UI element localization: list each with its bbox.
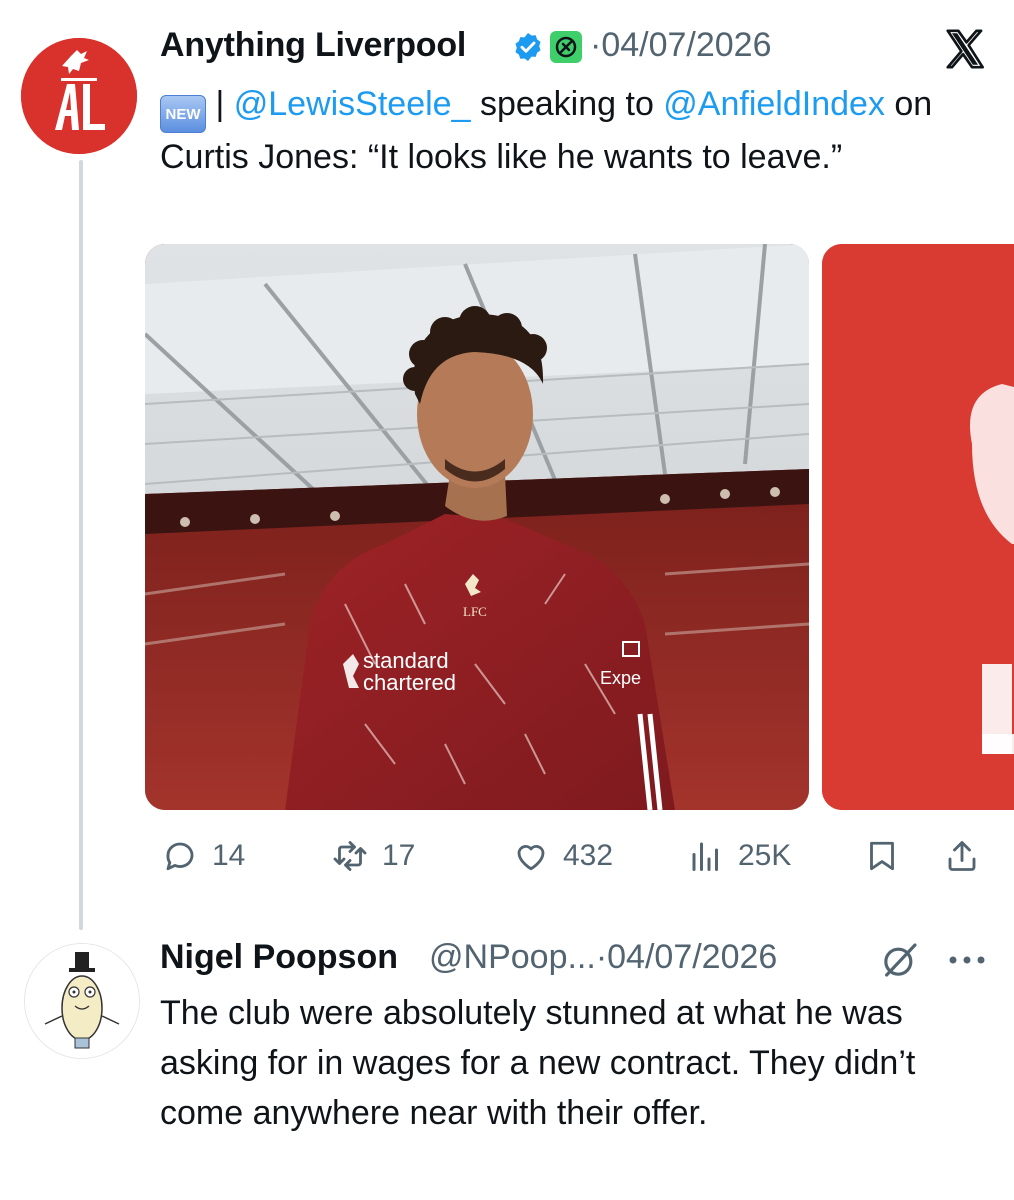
heart-icon: [517, 845, 545, 871]
reply-meta[interactable]: @NPoop...·04/07/2026: [429, 938, 777, 977]
more-dots-icon[interactable]: [944, 945, 990, 975]
thread-line: [79, 160, 83, 930]
author-name[interactable]: Anything Liverpool: [160, 26, 466, 65]
repost-action[interactable]: 17: [332, 836, 415, 876]
views-bar-icon: [692, 842, 718, 871]
sleeve-text: Expe: [600, 668, 641, 688]
reply-handle: @NPoop...: [429, 938, 596, 976]
share-action[interactable]: [944, 836, 994, 876]
reply-date: 04/07/2026: [607, 938, 778, 976]
like-count: 432: [563, 839, 614, 872]
bookmark-action[interactable]: [864, 836, 914, 876]
tweet-date[interactable]: ·04/07/2026: [590, 26, 772, 65]
repost-count: 17: [382, 839, 416, 872]
like-action[interactable]: 432: [513, 836, 613, 876]
mention-anfieldindex[interactable]: @AnfieldIndex: [663, 85, 885, 123]
author-avatar[interactable]: [21, 38, 137, 154]
mention-lewissteele[interactable]: @LewisSteele_: [234, 85, 471, 123]
reply-author-avatar[interactable]: [24, 943, 140, 1059]
media-image-player[interactable]: LFC standard chartered Expe: [145, 244, 809, 810]
tweet-text: NEW | @LewisSteele_ speaking to @Anfield…: [160, 80, 990, 181]
reply-count: 14: [212, 839, 246, 872]
repost-icon: [333, 841, 367, 871]
reply-date-separator: ·: [595, 938, 608, 976]
share-icon: [948, 841, 976, 871]
reply-action[interactable]: 14: [162, 836, 245, 876]
player-photo: LFC standard chartered Expe: [145, 244, 809, 810]
new-emoji-badge: NEW: [160, 95, 206, 133]
second-image-graphic: [822, 244, 1014, 810]
reply-text: The club were absolutely stunned at what…: [160, 994, 916, 1132]
verified-check-icon: [515, 33, 541, 61]
reply-bubble-icon: [166, 842, 194, 871]
mr-poopybutthole-avatar: [25, 944, 139, 1058]
crest-text: LFC: [463, 604, 487, 619]
affiliate-badge-icon: [550, 31, 582, 63]
text-separator: |: [206, 85, 234, 123]
date-separator: ·: [590, 26, 602, 64]
tweet-date-text: 04/07/2026: [601, 26, 772, 64]
grok-icon[interactable]: [880, 940, 920, 980]
media-image-second[interactable]: [822, 244, 1014, 810]
anything-liverpool-logo: [21, 38, 137, 154]
sponsor-line2: chartered: [363, 670, 456, 695]
x-logo-icon[interactable]: [942, 26, 988, 72]
views-count: 25K: [738, 839, 792, 872]
reply-author-name[interactable]: Nigel Poopson: [160, 938, 398, 977]
bookmark-icon: [870, 841, 894, 871]
views-action[interactable]: 25K: [688, 836, 791, 876]
text-middle: speaking to: [470, 85, 664, 123]
